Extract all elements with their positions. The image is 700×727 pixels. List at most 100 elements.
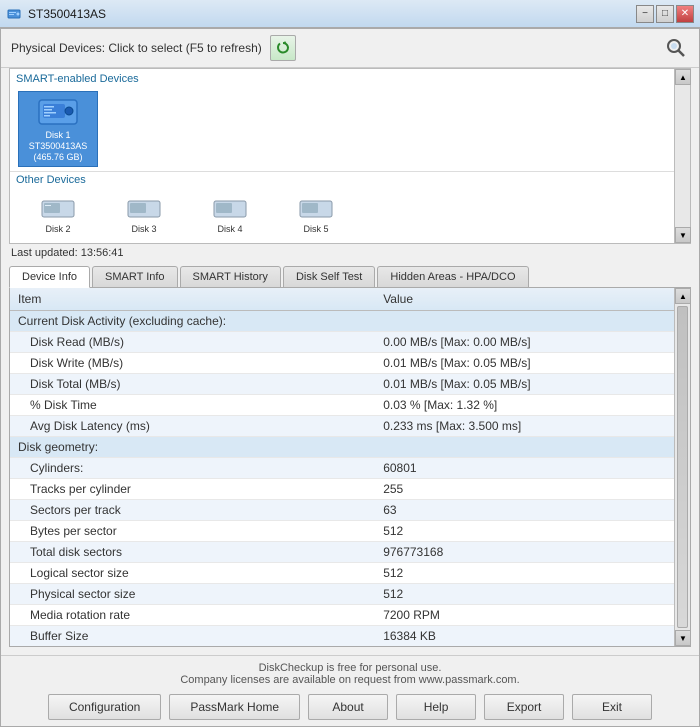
scroll-up-button[interactable]: ▲ (675, 69, 691, 85)
tabs-bar: Device Info SMART Info SMART History Dis… (1, 262, 699, 287)
item-cell: Logical sector size (10, 563, 375, 584)
table-row: Current Disk Activity (excluding cache): (10, 311, 674, 332)
value-cell: 60801 (375, 458, 674, 479)
item-cell: Physical sector size (10, 584, 375, 605)
item-cell: Disk Total (MB/s) (10, 374, 375, 395)
section-header-cell: Disk geometry: (10, 437, 674, 458)
footer-line1: DiskCheckup is free for personal use. (11, 662, 689, 674)
removable-icon-2 (126, 196, 162, 222)
table-scroll-up[interactable]: ▲ (675, 288, 691, 304)
item-cell: Disk Write (MB/s) (10, 353, 375, 374)
col-header-value: Value (375, 288, 674, 311)
value-cell: 512 (375, 521, 674, 542)
table-row: Avg Disk Latency (ms)0.233 ms [Max: 3.50… (10, 416, 674, 437)
footer-line2: Company licenses are available on reques… (11, 674, 689, 686)
scroll-down-button[interactable]: ▼ (675, 227, 691, 243)
search-icon (665, 37, 687, 59)
device-panel-scrollbar[interactable]: ▲ ▼ (674, 69, 690, 243)
table-row: Media rotation rate7200 RPM (10, 605, 674, 626)
value-cell: 976773168 (375, 542, 674, 563)
item-cell: % Disk Time (10, 395, 375, 416)
about-button[interactable]: About (308, 694, 388, 720)
scroll-thumb[interactable] (677, 306, 688, 628)
value-cell: 0.03 % [Max: 1.32 %] (375, 395, 674, 416)
device-label: Disk 1ST3500413AS(465.76 GB) (29, 130, 88, 162)
footer: DiskCheckup is free for personal use. Co… (1, 655, 699, 726)
window-title: ST3500413AS (28, 7, 106, 21)
removable-icon-3 (212, 196, 248, 222)
value-cell: 0.01 MB/s [Max: 0.05 MB/s] (375, 374, 674, 395)
table-row: Cylinders:60801 (10, 458, 674, 479)
export-button[interactable]: Export (484, 694, 564, 720)
table-row: Bytes per sector512 (10, 521, 674, 542)
value-cell: 63 (375, 500, 674, 521)
table-row: Logical sector size512 (10, 563, 674, 584)
item-cell: Sectors per track (10, 500, 375, 521)
table-row: Physical sector size512 (10, 584, 674, 605)
configuration-button[interactable]: Configuration (48, 694, 161, 720)
other-device-3[interactable]: Disk 4 (190, 192, 270, 239)
other-devices-grid: Disk 2 Disk 3 (10, 188, 674, 243)
table-row: Disk Total (MB/s)0.01 MB/s [Max: 0.05 MB… (10, 374, 674, 395)
table-row: Sectors per track63 (10, 500, 674, 521)
toolbar-label: Physical Devices: Click to select (F5 to… (11, 41, 262, 55)
item-cell: Media rotation rate (10, 605, 375, 626)
table-row: % Disk Time0.03 % [Max: 1.32 %] (10, 395, 674, 416)
value-cell: 7200 RPM (375, 605, 674, 626)
refresh-icon (275, 40, 291, 56)
item-cell: Cylinders: (10, 458, 375, 479)
value-cell: 255 (375, 479, 674, 500)
search-button[interactable] (663, 35, 689, 61)
device-info-table: Item Value Current Disk Activity (exclud… (10, 288, 674, 646)
selected-device[interactable]: Disk 1ST3500413AS(465.76 GB) (18, 91, 98, 167)
table-row: Disk Write (MB/s)0.01 MB/s [Max: 0.05 MB… (10, 353, 674, 374)
other-device-label-2: Disk 3 (131, 224, 156, 235)
section-header-cell: Current Disk Activity (excluding cache): (10, 311, 674, 332)
other-device-2[interactable]: Disk 3 (104, 192, 184, 239)
item-cell: Avg Disk Latency (ms) (10, 416, 375, 437)
close-button[interactable]: ✕ (676, 5, 694, 23)
other-devices-label: Other Devices (10, 171, 674, 188)
smart-enabled-label: SMART-enabled Devices (10, 71, 674, 87)
tab-device-info[interactable]: Device Info (9, 266, 90, 288)
removable-icon-4 (298, 196, 334, 222)
main-window: Physical Devices: Click to select (F5 to… (0, 28, 700, 727)
hdd-icon-selected (37, 96, 79, 128)
col-header-item: Item (10, 288, 375, 311)
table-inner: Item Value Current Disk Activity (exclud… (10, 288, 674, 646)
item-cell: Tracks per cylinder (10, 479, 375, 500)
table-row: Buffer Size16384 KB (10, 626, 674, 646)
item-cell: Disk Read (MB/s) (10, 332, 375, 353)
smart-devices-grid: Disk 1ST3500413AS(465.76 GB) (10, 87, 674, 171)
item-cell: Bytes per sector (10, 521, 375, 542)
item-cell: Buffer Size (10, 626, 375, 646)
value-cell: 0.01 MB/s [Max: 0.05 MB/s] (375, 353, 674, 374)
value-cell: 512 (375, 584, 674, 605)
other-device-1[interactable]: Disk 2 (18, 192, 98, 239)
refresh-button[interactable] (270, 35, 296, 61)
help-button[interactable]: Help (396, 694, 476, 720)
tab-hidden-areas[interactable]: Hidden Areas - HPA/DCO (377, 266, 528, 287)
passmark-home-button[interactable]: PassMark Home (169, 694, 300, 720)
table-container: Item Value Current Disk Activity (exclud… (9, 287, 691, 647)
minimize-button[interactable]: − (636, 5, 654, 23)
title-bar: ST3500413AS − □ ✕ (0, 0, 700, 28)
tab-smart-history[interactable]: SMART History (180, 266, 281, 287)
table-row: Disk Read (MB/s)0.00 MB/s [Max: 0.00 MB/… (10, 332, 674, 353)
table-row: Tracks per cylinder255 (10, 479, 674, 500)
other-device-4[interactable]: Disk 5 (276, 192, 356, 239)
scroll-track (675, 85, 690, 227)
item-cell: Total disk sectors (10, 542, 375, 563)
maximize-button[interactable]: □ (656, 5, 674, 23)
tab-smart-info[interactable]: SMART Info (92, 266, 178, 287)
value-cell: 16384 KB (375, 626, 674, 646)
footer-buttons: Configuration PassMark Home About Help E… (11, 694, 689, 720)
table-scroll-down[interactable]: ▼ (675, 630, 691, 646)
tab-disk-self-test[interactable]: Disk Self Test (283, 266, 375, 287)
exit-button[interactable]: Exit (572, 694, 652, 720)
table-scrollbar[interactable]: ▲ ▼ (674, 288, 690, 646)
value-cell: 0.233 ms [Max: 3.500 ms] (375, 416, 674, 437)
other-device-label-4: Disk 5 (303, 224, 328, 235)
last-updated: Last updated: 13:56:41 (1, 244, 699, 262)
removable-icon-1 (40, 196, 76, 222)
